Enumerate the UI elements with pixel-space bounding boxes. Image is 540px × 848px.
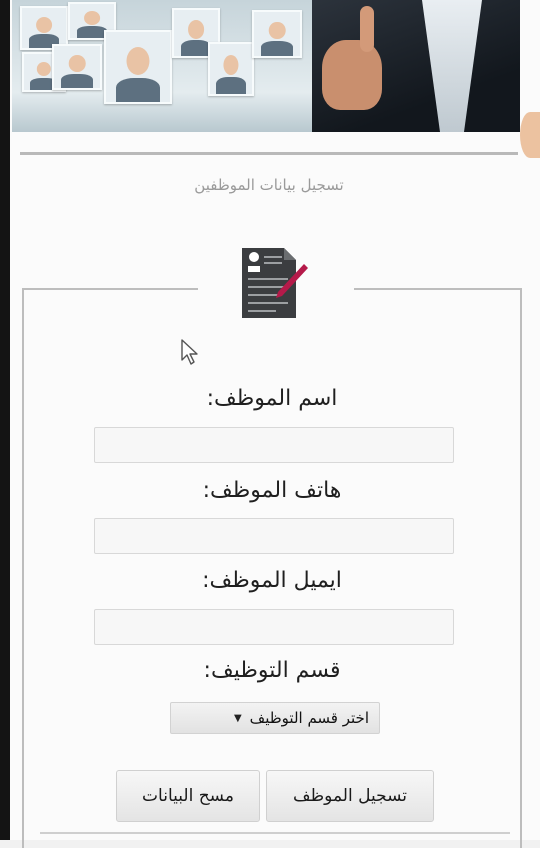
header-divider xyxy=(20,152,518,155)
banner-decoration xyxy=(520,112,540,158)
banner-photo-tile xyxy=(252,10,302,58)
banner-businessman xyxy=(312,0,520,132)
employee-name-input[interactable] xyxy=(94,427,454,463)
employee-email-label: ايميل الموظف: xyxy=(202,568,342,593)
document-pen-icon xyxy=(242,248,308,318)
bottom-divider xyxy=(40,832,510,834)
employee-email-input[interactable] xyxy=(94,609,454,645)
employee-name-label: اسم الموظف: xyxy=(206,386,338,411)
banner-photo-tile xyxy=(208,42,254,96)
clear-data-button[interactable]: مسح البيانات xyxy=(116,770,260,822)
department-label: قسم التوظيف: xyxy=(203,658,341,683)
banner-photo-tile xyxy=(52,44,102,90)
employee-phone-label: هاتف الموظف: xyxy=(202,478,342,503)
department-select[interactable]: اختر قسم التوظيف ▼ xyxy=(170,702,380,734)
header-banner-image xyxy=(12,0,520,132)
page-title: تسجيل بيانات الموظفين xyxy=(194,176,344,194)
banner-photo-tile xyxy=(104,30,172,104)
department-select-value: اختر قسم التوظيف xyxy=(249,709,369,727)
register-employee-button[interactable]: تسجيل الموظف xyxy=(266,770,434,822)
mouse-cursor-icon xyxy=(181,339,198,365)
screen-edge xyxy=(0,0,10,840)
dropdown-caret-icon: ▼ xyxy=(233,712,242,724)
employee-phone-input[interactable] xyxy=(94,518,454,554)
